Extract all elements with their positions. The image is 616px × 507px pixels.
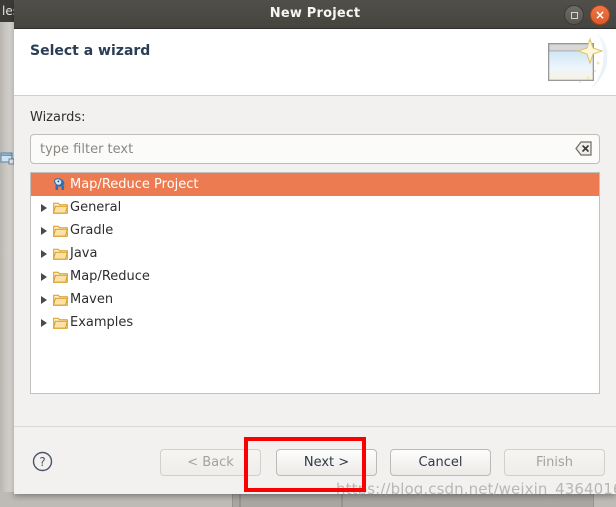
maximize-icon[interactable] [564, 5, 584, 25]
folder-icon [51, 270, 69, 283]
tree-item-label: Java [70, 246, 98, 261]
background-taskbar [0, 492, 616, 507]
tree-item-map-reduce-project[interactable]: Map/Reduce Project [31, 173, 599, 196]
wizards-label: Wizards: [30, 110, 86, 125]
wizard-tree[interactable]: Map/Reduce Project General Gradle Java Map/R… [30, 172, 600, 394]
filter-row [30, 134, 600, 164]
filter-input[interactable] [30, 134, 600, 164]
finish-button[interactable]: Finish [504, 449, 605, 476]
tree-item-general[interactable]: General [31, 196, 599, 219]
tree-item-label: Examples [70, 315, 134, 330]
help-icon[interactable]: ? [32, 451, 53, 472]
tree-item-gradle[interactable]: Gradle [31, 219, 599, 242]
expand-arrow-icon[interactable] [37, 318, 51, 327]
chevron-right-icon [41, 249, 47, 258]
chevron-right-icon [41, 226, 47, 235]
folder-icon [51, 224, 69, 237]
tree-item-maven[interactable]: Maven [31, 288, 599, 311]
next-button[interactable]: Next > [276, 449, 377, 476]
expand-arrow-icon[interactable] [37, 272, 51, 281]
chevron-right-icon [41, 318, 47, 327]
window-controls: × [564, 5, 610, 25]
tree-item-label: General [70, 200, 122, 215]
page-title: Select a wizard [30, 43, 151, 59]
clear-filter-icon[interactable] [575, 141, 592, 156]
folder-icon [51, 293, 69, 306]
hadoop-elephant-icon [51, 177, 69, 192]
close-icon[interactable]: × [590, 5, 610, 25]
new-project-dialog: New Project × Select a wizard Wizards: t… [14, 0, 616, 494]
expand-arrow-icon[interactable] [37, 295, 51, 304]
svg-text:?: ? [39, 455, 45, 469]
cancel-button[interactable]: Cancel [390, 449, 491, 476]
expand-arrow-icon[interactable] [37, 226, 51, 235]
tree-item-label: Gradle [70, 223, 114, 238]
chevron-right-icon [41, 272, 47, 281]
folder-icon [51, 247, 69, 260]
background-left-strip [0, 0, 14, 507]
tree-item-java[interactable]: Java [31, 242, 599, 265]
dialog-footer: ? < Back Next > Cancel Finish [14, 426, 616, 494]
chevron-right-icon [41, 295, 47, 304]
dialog-title: New Project [269, 6, 361, 21]
folder-icon [51, 316, 69, 329]
tree-item-label: Maven [70, 292, 114, 307]
tree-item-label: Map/Reduce [70, 269, 150, 284]
tree-item-label: Map/Reduce Project [70, 177, 199, 192]
maximize-glyph [570, 11, 578, 19]
expand-arrow-icon[interactable] [37, 203, 51, 212]
chevron-right-icon [41, 203, 47, 212]
dialog-body: Wizards: Map/Reduce Project General Gradle… [14, 96, 616, 426]
back-button[interactable]: < Back [160, 449, 261, 476]
expand-arrow-icon[interactable] [37, 249, 51, 258]
dialog-titlebar[interactable]: New Project × [14, 0, 616, 29]
tree-item-examples[interactable]: Examples [31, 311, 599, 334]
folder-icon [51, 201, 69, 214]
tree-item-map-reduce[interactable]: Map/Reduce [31, 265, 599, 288]
new-project-wizard-banner-icon [538, 31, 612, 93]
dialog-header: Select a wizard [14, 29, 616, 96]
